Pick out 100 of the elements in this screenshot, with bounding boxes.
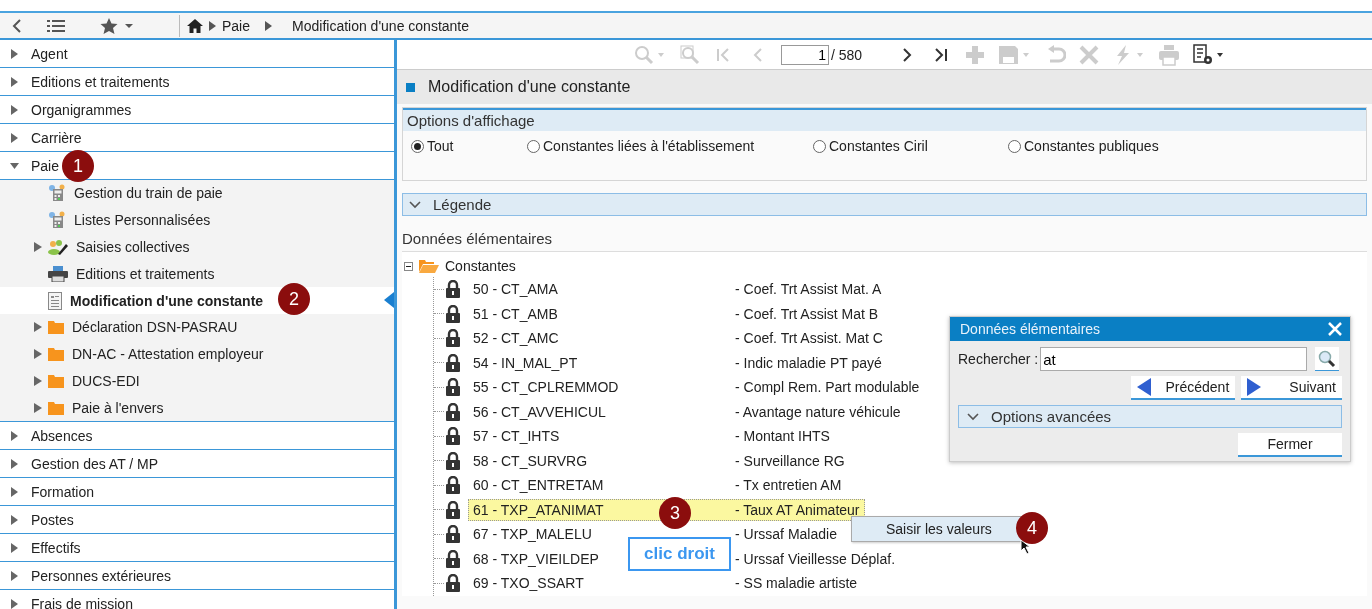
constant-code[interactable]: 52 - CT_AMC [473,330,559,347]
chevron-icon[interactable] [967,412,979,421]
constant-code[interactable]: 57 - CT_IHTS [473,428,560,445]
constant-code[interactable]: 68 - TXP_VIEILDEP [473,550,599,567]
constant-code[interactable]: 50 - CT_AMA [473,281,558,298]
breadcrumb-item[interactable]: Paie [222,17,251,34]
expander-arrow-icon[interactable] [34,402,42,413]
lock-icon [446,304,460,323]
constant-code[interactable]: 56 - CT_AVVEHICUL [473,403,606,420]
lock-icon [446,329,460,348]
sidebar-item-label[interactable]: Organigrammes [31,101,132,118]
constant-code[interactable]: 60 - CT_ENTRETAM [473,477,604,494]
sidebar-subitem-label[interactable]: DUCS-EDI [72,372,140,389]
previous-button[interactable]: Précédent [1131,376,1236,400]
back-icon[interactable] [12,18,22,33]
expander-arrow-icon[interactable] [34,375,42,386]
constant-code[interactable]: 67 - TXP_MALELU [473,526,592,543]
sidebar-subitem[interactable]: Listes Personnalisées [0,206,394,234]
breadcrumb-item: Modification d'une constante [292,17,470,34]
sidebar-item-label[interactable]: Carrière [31,129,82,146]
expander-arrow-icon[interactable] [10,458,19,469]
sidebar-subitem[interactable]: DN-AC - Attestation employeur [0,340,394,368]
sidebar-subitem[interactable]: Gestion du train de paie [0,180,394,207]
search-button[interactable] [1315,347,1340,371]
constant-code[interactable]: 61 - TXP_ATANIMAT [473,501,604,518]
tree-root-label[interactable]: Constantes [445,258,516,274]
page-number-field[interactable]: 1 [781,44,829,65]
constant-code[interactable]: 69 - TXO_SSART [473,575,584,592]
menu-icon[interactable] [47,18,65,33]
legend-header[interactable]: Légende [402,193,1367,216]
sidebar-item-label[interactable]: Paie [31,157,60,174]
sidebar-item-label[interactable]: Formation [31,483,95,500]
sidebar-subitem[interactable]: Paie à l'envers [0,394,394,422]
expander-arrow-icon[interactable] [10,514,19,525]
sidebar-item-label[interactable]: Gestion des AT / MP [31,455,159,472]
calculator-icon [48,211,66,230]
close-icon[interactable] [1328,322,1342,336]
lock-icon [446,574,460,593]
right-triangle-icon [1247,378,1262,396]
sidebar-subitem-label[interactable]: Gestion du train de paie [74,185,223,202]
folder-icon [419,259,439,273]
sidebar-item-label[interactable]: Agent [31,45,68,62]
expander-arrow-icon[interactable] [34,242,42,252]
constant-code[interactable]: 54 - IN_MAL_PT [473,354,578,371]
expander-arrow-icon[interactable] [10,542,19,553]
calculator-icon [48,184,66,203]
lock-icon [446,353,460,372]
sidebar-item-label[interactable]: Frais de mission [31,595,133,609]
search-icon [1318,349,1337,368]
constant-description: - Taux AT Animateur [735,501,860,518]
next-button[interactable]: Suivant [1241,376,1342,400]
expander-arrow-icon[interactable] [10,598,19,609]
expander-arrow-icon[interactable] [34,349,42,360]
constant-description: - Surveillance RG [735,452,845,469]
dialog-title: Données élémentaires [960,321,1101,337]
radio-option[interactable]: Tout [411,138,527,154]
sidebar-item-label[interactable]: Absences [31,427,93,444]
expander-arrow-icon[interactable] [10,486,19,497]
sidebar-item-label[interactable]: Editions et traitements [31,73,170,90]
expander-arrow-icon[interactable] [34,322,42,333]
sidebar-item-label[interactable]: Personnes extérieures [31,567,172,584]
expander-arrow-icon[interactable] [10,570,19,581]
sidebar-item-label[interactable]: Postes [31,511,74,528]
legend-label[interactable]: Légende [433,196,492,213]
sidebar-subitem-label[interactable]: Editions et traitements [76,265,215,282]
radio-option[interactable]: Constantes Ciril [813,138,1008,154]
sidebar-item-label[interactable]: Effectifs [31,539,81,556]
lock-icon [446,525,460,544]
expander-arrow-icon[interactable] [10,76,19,87]
sidebar-subitem-label[interactable]: Modification d'une constante [70,292,264,309]
sidebar-subitem[interactable]: DUCS-EDI [0,367,394,395]
radio-option[interactable]: Constantes liées à l'établissement [527,138,813,154]
expander-arrow-icon[interactable] [10,160,19,171]
advanced-options-header[interactable]: Options avancées [958,405,1342,428]
chevron-icon[interactable] [409,200,421,209]
sidebar-subitem-label[interactable]: Déclaration DSN-PASRAU [72,319,238,336]
home-icon[interactable] [186,17,204,34]
lock-icon [446,451,460,470]
expander-arrow-icon[interactable] [10,104,19,115]
radio-option[interactable]: Constantes publiques [1008,138,1159,154]
constant-code[interactable]: 51 - CT_AMB [473,305,558,322]
search-field[interactable]: at [1040,347,1308,371]
expander-arrow-icon[interactable] [10,48,19,59]
sidebar-subitem[interactable]: Déclaration DSN-PASRAU [0,314,394,341]
sidebar-subitem-label[interactable]: Listes Personnalisées [74,212,211,229]
sidebar-subitem[interactable]: Saisies collectives [0,233,394,261]
expander-arrow-icon[interactable] [10,132,19,143]
constant-code[interactable]: 55 - CT_CPLREMMOD [473,379,619,396]
favorites-star-icon[interactable] [100,16,134,35]
lock-icon [446,280,460,299]
constant-description: - Montant IHTS [735,428,830,445]
constant-code[interactable]: 58 - CT_SURVRG [473,452,588,469]
expander-arrow-icon[interactable] [10,430,19,441]
advanced-options-label[interactable]: Options avancées [991,408,1112,425]
mouse-cursor-icon [1020,539,1032,555]
sidebar-subitem-label[interactable]: Paie à l'envers [72,399,164,416]
collapse-icon[interactable] [404,262,413,271]
close-button[interactable]: Fermer [1238,433,1342,457]
sidebar-subitem-label[interactable]: DN-AC - Attestation employeur [72,346,264,363]
sidebar-subitem-label[interactable]: Saisies collectives [76,239,190,255]
